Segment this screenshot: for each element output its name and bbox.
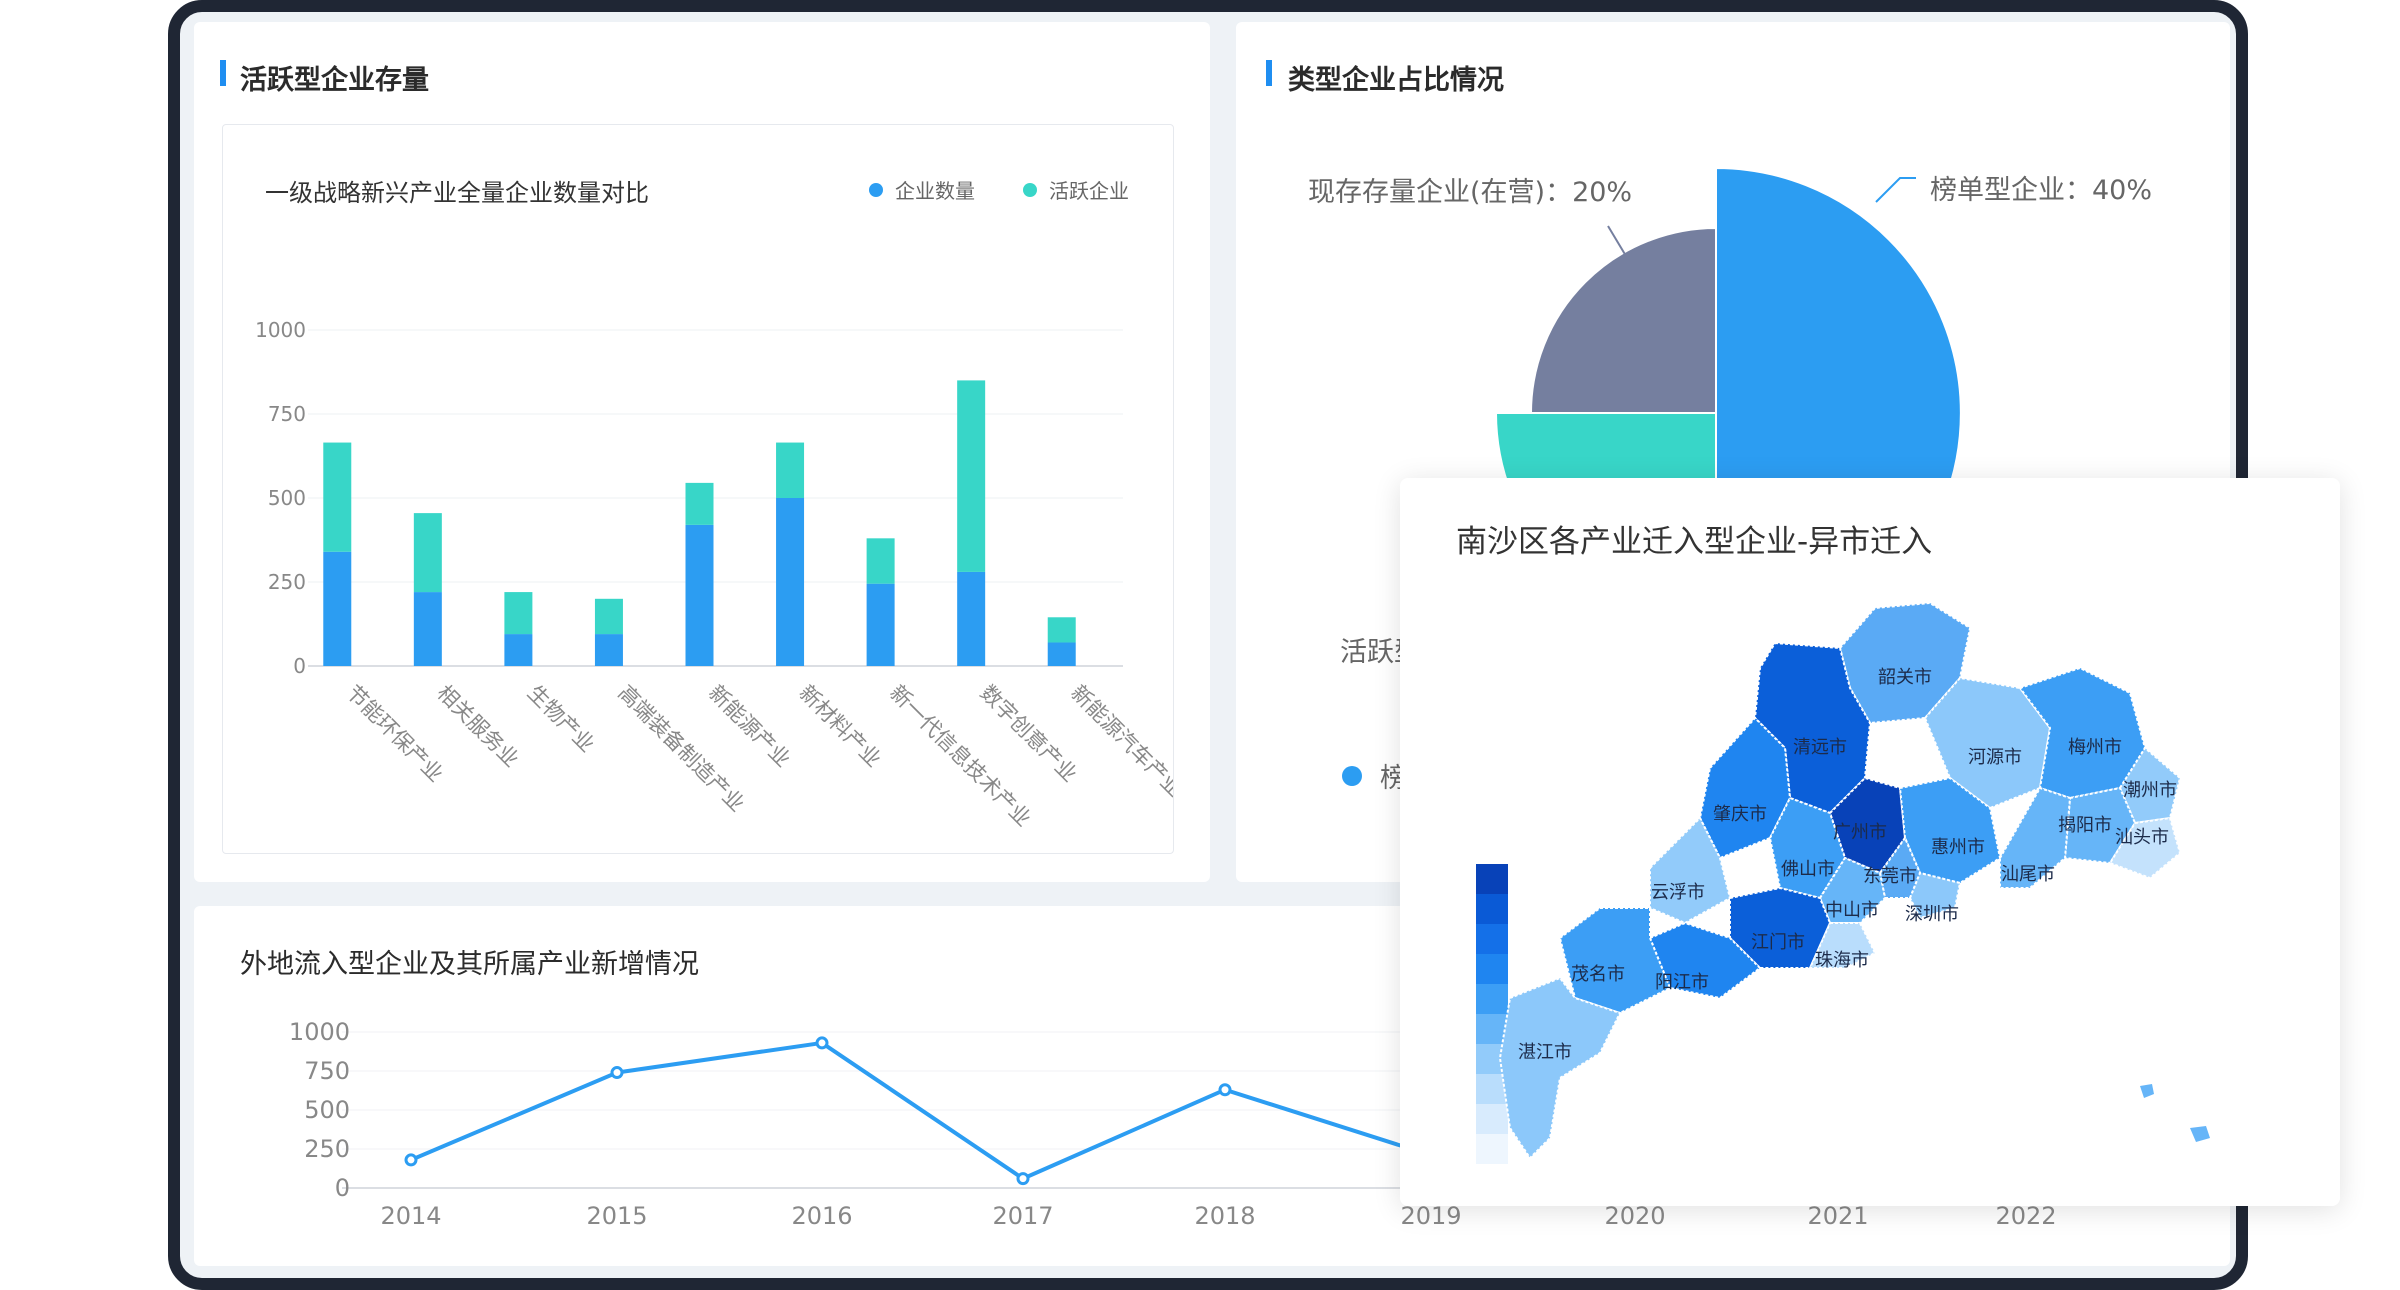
- pie-leader-line: [1607, 225, 1627, 257]
- guangdong-map: 韶关市清远市 河源市 梅州市潮州市揭阳市汕头市 肇庆市广州市惠州市云浮市 佛山市 东莞市 汕…: [1498, 601, 2210, 1160]
- bar-enterprise-count: [413, 592, 442, 666]
- bar-active-enterprise: [413, 513, 442, 593]
- pie-label: 现存存量企业(在营)：20%: [1308, 177, 1632, 208]
- pie-leader-line: [1875, 177, 1916, 203]
- y-tick-label: 250: [268, 570, 306, 594]
- y-tick-label: 0: [293, 654, 306, 678]
- y-tick-label: 750: [268, 402, 306, 426]
- map-city-label: 茂名市: [1571, 964, 1625, 985]
- x-tick-label: 生物产业: [523, 681, 599, 757]
- x-tick-label: 2016: [791, 1202, 852, 1230]
- map-city-label: 揭阳市: [2058, 815, 2112, 836]
- bar-active-enterprise: [957, 380, 986, 572]
- map-city-label: 阳江市: [1655, 972, 1709, 993]
- legend-dot-icon: [1342, 765, 1362, 786]
- map-city-label: 云浮市: [1651, 882, 1705, 903]
- bar-active-enterprise: [776, 442, 805, 498]
- x-tick-label: 新能源产业: [704, 681, 795, 772]
- x-tick-label: 2015: [586, 1202, 647, 1230]
- map-city-label: 河源市: [1968, 747, 2022, 768]
- x-tick-label: 2017: [992, 1202, 1053, 1230]
- x-tick-label: 节能环保产业: [342, 681, 448, 787]
- map-city-label: 广州市: [1833, 822, 1887, 843]
- map-city-label: 江门市: [1751, 932, 1805, 953]
- map-city-label: 梅州市: [2068, 737, 2122, 758]
- y-tick-label: 1000: [289, 1018, 350, 1046]
- data-point: [404, 1153, 418, 1167]
- bar-enterprise-count: [957, 571, 986, 666]
- bar-active-enterprise: [685, 482, 714, 525]
- y-tick-label: 750: [304, 1057, 350, 1085]
- bar-active-enterprise: [866, 538, 895, 584]
- bar-enterprise-count: [866, 583, 895, 666]
- map-city-label: 肇庆市: [1713, 804, 1767, 825]
- map-city-label: 潮州市: [2123, 780, 2177, 801]
- x-tick-label: 2018: [1194, 1202, 1255, 1230]
- bar-active-enterprise: [323, 442, 352, 552]
- bar-enterprise-count: [685, 524, 714, 666]
- map-city-label: 汕头市: [2115, 827, 2169, 848]
- data-point: [610, 1066, 624, 1080]
- map-city-label: 珠海市: [1815, 950, 1869, 971]
- bar-chart: 10007505002500节能环保产业相关服务业 生物产业 高端装备制造产业新能源…: [255, 318, 1173, 831]
- bar-enterprise-count: [1047, 642, 1076, 666]
- y-tick-label: 500: [268, 486, 306, 510]
- x-tick-label: 新材料产业: [795, 681, 886, 772]
- data-point: [1218, 1083, 1232, 1097]
- x-tick-label: 2021: [1807, 1202, 1868, 1230]
- title-accent: [220, 60, 226, 86]
- map-city-label: 佛山市: [1781, 859, 1835, 880]
- bar-active-enterprise: [594, 598, 623, 635]
- x-tick-label: 2014: [380, 1202, 441, 1230]
- map-city-label: 惠州市: [1931, 837, 1985, 858]
- map-city-label: 湛江市: [1518, 1042, 1572, 1063]
- series-line: [410, 1040, 1432, 1181]
- x-tick-label: 2022: [1995, 1202, 2056, 1230]
- panel-title: 活跃型企业存量: [240, 65, 429, 96]
- island-icon: [2190, 1126, 2210, 1142]
- y-tick-label: 500: [304, 1096, 350, 1124]
- region-maoming[interactable]: [1558, 907, 1672, 1015]
- bar-chart-card: 一级战略新兴产业全量企业数量对比 企业数量 活跃企业 1000 750 500 250…: [222, 124, 1174, 854]
- x-tick-label: 2020: [1604, 1202, 1665, 1230]
- x-tick-label: 新能源汽车产业: [1066, 681, 1173, 802]
- map-city-label: 中山市: [1825, 900, 1879, 921]
- data-point: [815, 1036, 829, 1050]
- map-city-label: 东莞市: [1863, 866, 1917, 887]
- y-tick-label: 250: [304, 1135, 350, 1163]
- map-city-label: 韶关市: [1878, 667, 1932, 688]
- data-point: [1016, 1172, 1030, 1186]
- y-tick-label: 1000: [255, 318, 306, 342]
- pie-slice: [1529, 226, 1717, 414]
- active-enterprise-panel: 活跃型企业存量 一级战略新兴产业全量企业数量对比 企业数量 活跃企业 1000 7…: [194, 22, 1210, 882]
- bar-active-enterprise: [504, 592, 533, 635]
- y-tick-label: 0: [335, 1174, 350, 1202]
- x-tick-label: 2019: [1400, 1202, 1461, 1230]
- bar-enterprise-count: [594, 634, 623, 666]
- bar-enterprise-count: [323, 551, 352, 666]
- x-tick-label: 相关服务业: [432, 681, 523, 772]
- map-city-label: 清远市: [1793, 737, 1847, 758]
- bar-enterprise-count: [504, 634, 533, 666]
- island-icon: [2140, 1084, 2154, 1098]
- bar-active-enterprise: [1047, 617, 1076, 643]
- pie-label: 榜单型企业：40%: [1930, 175, 2152, 206]
- map-city-label: 汕尾市: [2001, 864, 2055, 885]
- pie-legend-partial[interactable]: 榜: [1342, 756, 1407, 795]
- map-city-label: 深圳市: [1905, 904, 1959, 925]
- bar-enterprise-count: [776, 498, 805, 666]
- map-overlay-card: 南沙区各产业迁入型企业-异市迁入 韶关市 清远市 河源市 梅州市 潮州市 揭阳市…: [1400, 478, 2340, 1206]
